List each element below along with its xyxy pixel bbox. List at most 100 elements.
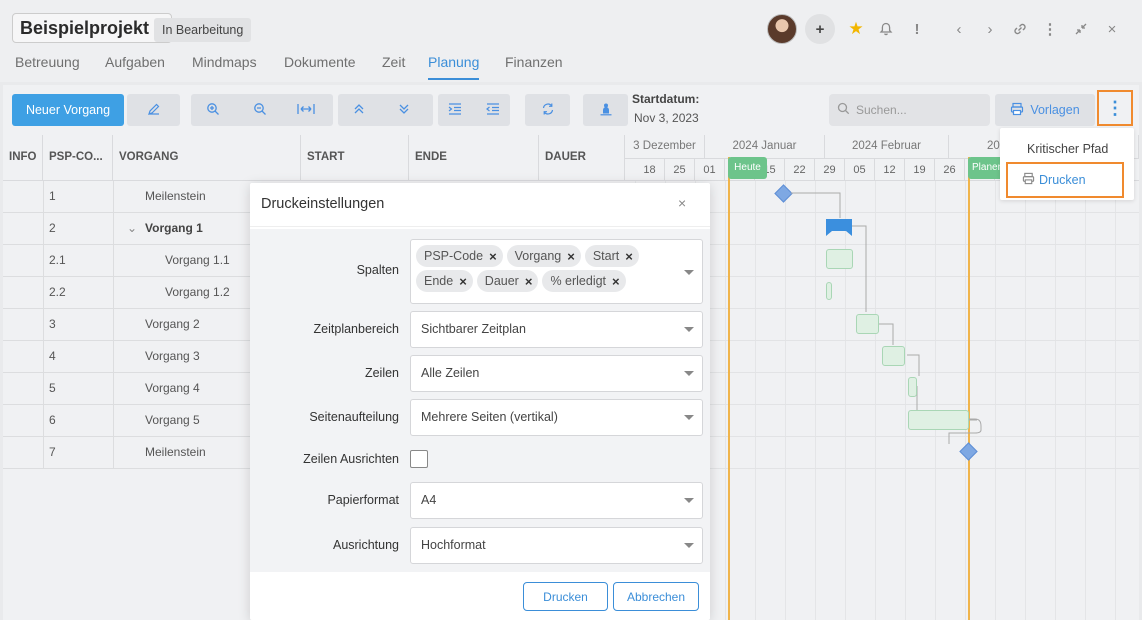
print-menu-item[interactable]: Drucken <box>1006 162 1124 198</box>
task-name: Vorgang 1.2 <box>165 285 230 299</box>
outdent-icon[interactable] <box>486 102 500 119</box>
tab-dokumente[interactable]: Dokumente <box>284 54 356 80</box>
edit-button[interactable] <box>127 94 180 126</box>
task-name: Vorgang 1 <box>145 221 203 235</box>
task-name: Vorgang 3 <box>145 349 200 363</box>
close-icon[interactable]: × <box>1097 14 1127 44</box>
day-label: 01 <box>695 159 725 181</box>
collapse-all-icon[interactable] <box>398 102 410 119</box>
tab-betreuung[interactable]: Betreuung <box>15 54 80 80</box>
more-vertical-icon[interactable]: ⋮ <box>1035 14 1065 44</box>
column-task[interactable]: VORGANG <box>113 135 301 181</box>
tab-zeit[interactable]: Zeit <box>382 54 405 80</box>
refresh-button[interactable] <box>525 94 570 126</box>
critical-path-item[interactable]: Kritischer Pfad <box>1027 142 1108 162</box>
task-bar[interactable] <box>826 249 853 269</box>
column-tag[interactable]: PSP-Code × <box>416 245 503 267</box>
alert-icon[interactable]: ! <box>902 14 932 44</box>
link-icon[interactable] <box>1005 14 1035 44</box>
align-rows-checkbox[interactable] <box>410 450 428 468</box>
tab-aufgaben[interactable]: Aufgaben <box>105 54 165 80</box>
zoom-in-icon[interactable] <box>206 102 220 119</box>
printer-icon <box>1022 172 1035 188</box>
day-label: 26 <box>935 159 965 181</box>
chevron-down-icon[interactable]: ⌄ <box>127 213 137 244</box>
paging-select[interactable]: Mehrere Seiten (vertikal) <box>410 399 703 436</box>
more-vertical-icon: ⋮ <box>1106 97 1124 118</box>
column-tag[interactable]: Ende × <box>416 270 473 292</box>
new-task-button[interactable]: Neuer Vorgang <box>12 94 124 126</box>
remove-tag-icon[interactable]: × <box>489 249 497 264</box>
close-icon[interactable]: × <box>678 195 686 211</box>
remove-tag-icon[interactable]: × <box>525 274 533 289</box>
remove-tag-icon[interactable]: × <box>567 249 575 264</box>
cancel-button[interactable]: Abbrechen <box>613 582 699 611</box>
chevron-right-icon[interactable]: › <box>975 14 1005 44</box>
column-info[interactable]: INFO <box>3 135 43 181</box>
remove-tag-icon[interactable]: × <box>612 274 620 289</box>
chevron-down-icon <box>684 327 694 332</box>
task-bar[interactable] <box>908 377 917 397</box>
task-bar[interactable] <box>826 282 832 300</box>
print-settings-dialog: Druckeinstellungen × Spalten PSP-Code × Vo… <box>250 183 710 620</box>
remove-tag-icon[interactable]: × <box>459 274 467 289</box>
search-input[interactable]: Suchen... <box>829 94 990 126</box>
chevron-down-icon <box>684 498 694 503</box>
tag-label: Vorgang <box>514 249 562 263</box>
column-psp[interactable]: PSP-CO... <box>43 135 113 181</box>
column-end[interactable]: ENDE <box>409 135 539 181</box>
fit-width-icon[interactable] <box>297 102 315 119</box>
project-header: Beispielprojekt 1 In Bearbeitung + ★ ! ‹… <box>0 0 1142 82</box>
task-name: Vorgang 2 <box>145 317 200 331</box>
orientation-select[interactable]: Hochformat <box>410 527 703 564</box>
plus-icon[interactable]: + <box>805 14 835 44</box>
tab-mindmaps[interactable]: Mindmaps <box>192 54 257 80</box>
chevron-down-icon <box>684 543 694 548</box>
tab-planung[interactable]: Planung <box>428 54 480 80</box>
column-tag[interactable]: Dauer × <box>476 270 539 292</box>
zoom-group <box>191 94 333 126</box>
task-bar[interactable] <box>882 346 905 366</box>
indent-icon[interactable] <box>448 102 462 119</box>
paper-value: A4 <box>421 493 437 507</box>
paper-select[interactable]: A4 <box>410 482 703 519</box>
rows-select[interactable]: Alle Zeilen <box>410 355 703 392</box>
star-icon[interactable]: ★ <box>841 14 871 44</box>
avatar[interactable] <box>767 14 797 44</box>
month-label: 3 Dezember <box>625 135 705 159</box>
start-date-value[interactable]: Nov 3, 2023 <box>634 111 699 125</box>
task-name: Meilenstein <box>145 189 206 203</box>
task-name: Vorgang 4 <box>145 381 200 395</box>
today-marker[interactable]: Heute <box>728 157 767 179</box>
more-menu: Kritischer Pfad Drucken <box>1000 128 1134 200</box>
column-start[interactable]: START <box>301 135 409 181</box>
dialog-title: Druckeinstellungen <box>261 196 385 212</box>
column-duration[interactable]: DAUER <box>539 135 625 181</box>
indent-group <box>438 94 510 126</box>
remove-tag-icon[interactable]: × <box>625 249 633 264</box>
project-title[interactable]: Beispielprojekt 1 <box>12 13 173 43</box>
column-tag[interactable]: % erledigt × <box>542 270 626 292</box>
task-bar[interactable] <box>856 314 879 334</box>
column-divider <box>43 181 44 469</box>
person-button[interactable] <box>583 94 628 126</box>
range-select[interactable]: Sichtbarer Zeitplan <box>410 311 703 348</box>
column-tag[interactable]: Start × <box>584 245 639 267</box>
tab-finanzen[interactable]: Finanzen <box>505 54 563 80</box>
columns-multiselect[interactable]: PSP-Code × Vorgang × Start × Ende × Dauer ×% erle… <box>410 239 703 304</box>
print-button[interactable]: Drucken <box>523 582 608 611</box>
more-menu-button[interactable]: ⋮ <box>1097 90 1133 126</box>
search-placeholder: Suchen... <box>856 103 907 117</box>
status-badge[interactable]: In Bearbeitung <box>154 18 252 42</box>
column-tag[interactable]: Vorgang × <box>506 245 581 267</box>
chevron-left-icon[interactable]: ‹ <box>944 14 974 44</box>
zoom-out-icon[interactable] <box>253 102 267 119</box>
templates-button[interactable]: Vorlagen <box>995 94 1095 126</box>
range-value: Sichtbarer Zeitplan <box>421 322 526 336</box>
bell-icon[interactable] <box>871 14 901 44</box>
task-name: Vorgang 5 <box>145 413 200 427</box>
summary-task-bar[interactable] <box>825 218 853 240</box>
collapse-icon[interactable] <box>1066 14 1096 44</box>
dependency-arrows <box>791 192 867 312</box>
expand-all-icon[interactable] <box>353 102 365 119</box>
